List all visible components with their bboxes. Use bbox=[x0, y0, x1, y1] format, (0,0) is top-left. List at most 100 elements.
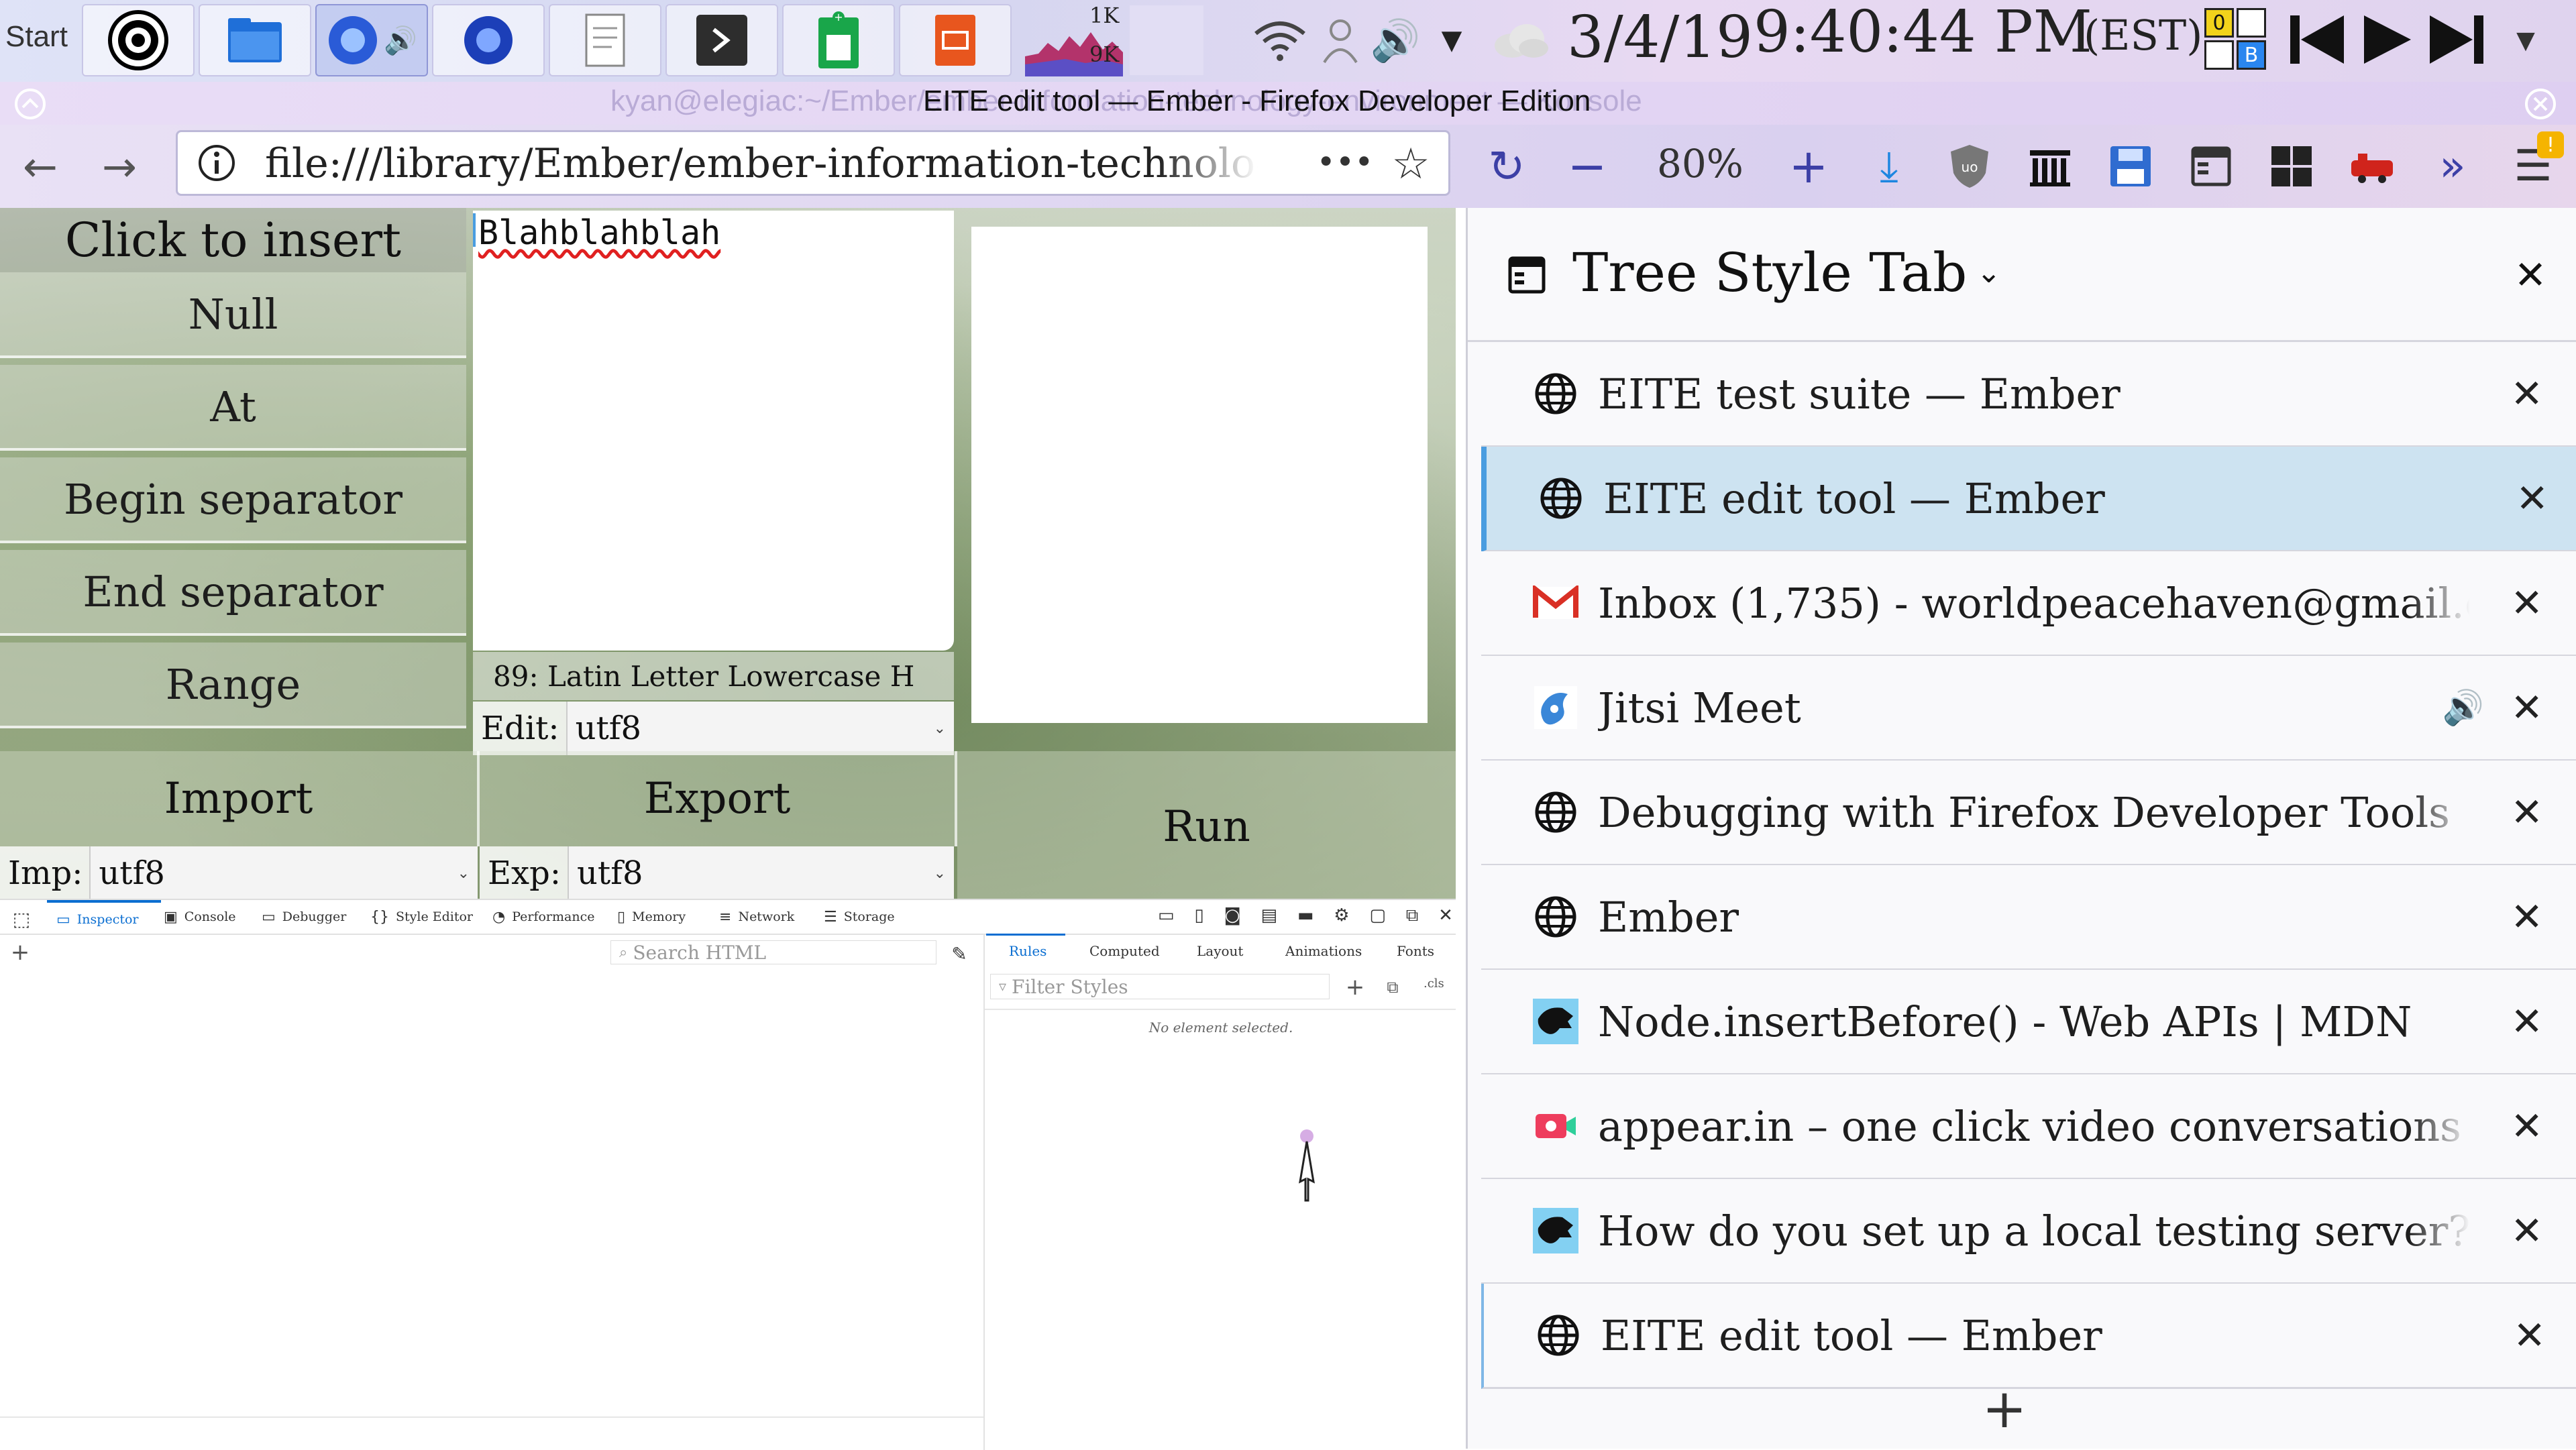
side-tab-computed[interactable]: Computed bbox=[1089, 943, 1160, 959]
sidebar-tab-8[interactable]: appear.in – one click video conversation… bbox=[1481, 1074, 2576, 1180]
reload-icon[interactable]: ↻ bbox=[1480, 140, 1534, 193]
tab-close-icon[interactable]: ✕ bbox=[2510, 789, 2543, 835]
insert-null-button[interactable]: Null bbox=[0, 272, 466, 358]
toggle-pseudo-classes-icon[interactable]: ⧉ bbox=[1379, 974, 1406, 1001]
filter-styles-input[interactable]: ▿ Filter Styles bbox=[990, 974, 1330, 999]
media-previous-icon[interactable] bbox=[2284, 9, 2351, 70]
dock-side-icon[interactable]: ▢ bbox=[1369, 905, 1386, 932]
sidebar-close-icon[interactable]: ✕ bbox=[2505, 249, 2556, 300]
start-button[interactable]: Start bbox=[5, 20, 68, 54]
sidebar-tab-5[interactable]: Debugging with Firefox Developer Tools ✕ bbox=[1481, 761, 2576, 866]
devtools-tab-debugger[interactable]: ▭ Debugger bbox=[262, 900, 346, 934]
library-icon[interactable] bbox=[2023, 140, 2077, 193]
zoom-out-icon[interactable]: − bbox=[1560, 139, 1614, 194]
devtools-tab-console[interactable]: ▣ Console bbox=[164, 900, 236, 934]
window-menu-icon[interactable] bbox=[13, 87, 47, 121]
new-tab-button[interactable]: + bbox=[1964, 1375, 2045, 1442]
task-file-manager[interactable] bbox=[199, 4, 311, 76]
sidebar-tab-3[interactable]: Inbox (1,735) - worldpeacehaven@gmail.co… bbox=[1481, 551, 2576, 657]
tab-close-icon[interactable]: ✕ bbox=[2510, 999, 2543, 1044]
devtools-tab-network[interactable]: ≡ Network bbox=[719, 900, 794, 934]
task-presentation[interactable] bbox=[899, 4, 1012, 76]
search-html-input[interactable]: ⌕ Search HTML bbox=[610, 940, 936, 964]
sidebar-tab-10[interactable]: EITE edit tool — Ember ✕ bbox=[1481, 1284, 2576, 1389]
devtools-tab-performance[interactable]: ◔ Performance bbox=[492, 900, 594, 934]
insert-range-button[interactable]: Range bbox=[0, 643, 466, 728]
tray-expand-icon[interactable]: ▼ bbox=[1432, 15, 1472, 66]
media-play-icon[interactable] bbox=[2353, 9, 2420, 70]
tab-close-icon[interactable]: ✕ bbox=[2510, 685, 2543, 730]
add-rule-icon[interactable]: + bbox=[1342, 974, 1368, 1001]
page-actions-icon[interactable]: ••• bbox=[1317, 139, 1374, 186]
insert-begin-separator-button[interactable]: Begin separator bbox=[0, 457, 466, 543]
side-tab-layout[interactable]: Layout bbox=[1197, 943, 1243, 959]
tab-close-icon[interactable]: ✕ bbox=[2510, 580, 2543, 626]
user-icon[interactable] bbox=[1319, 13, 1362, 67]
overflow-menu-icon[interactable]: » bbox=[2426, 140, 2479, 193]
date-label[interactable]: 3/4/19 bbox=[1567, 4, 1753, 71]
responsive-mode-icon[interactable]: ▭ bbox=[1158, 905, 1175, 932]
media-menu-icon[interactable]: ▼ bbox=[2502, 20, 2549, 60]
tab-close-icon[interactable]: ✕ bbox=[2516, 476, 2548, 521]
pager[interactable] bbox=[1130, 5, 1203, 75]
frames-icon[interactable]: ▤ bbox=[1261, 905, 1278, 932]
cls-toggle[interactable]: .cls bbox=[1424, 977, 1444, 991]
side-tab-fonts[interactable]: Fonts bbox=[1397, 943, 1434, 959]
devtools-tab-style-editor[interactable]: {} Style Editor bbox=[370, 900, 473, 934]
media-next-icon[interactable] bbox=[2423, 9, 2490, 70]
task-spreadsheet[interactable]: + bbox=[782, 4, 895, 76]
forward-icon[interactable]: → bbox=[93, 140, 146, 193]
element-picker-icon[interactable]: ⬚ bbox=[8, 905, 35, 932]
ruler-icon[interactable]: ▬ bbox=[1297, 905, 1314, 932]
extension-red-icon[interactable] bbox=[2345, 140, 2399, 193]
tab-close-icon[interactable]: ✕ bbox=[2510, 1208, 2543, 1253]
downloads-icon[interactable]: ⤓ bbox=[1862, 140, 1916, 193]
sidebar-tab-9[interactable]: How do you set up a local testing server… bbox=[1481, 1179, 2576, 1284]
keyboard-layout-indicator[interactable]: 0 B bbox=[2204, 8, 2269, 72]
sidebar-tab-4[interactable]: Jitsi Meet 🔊 ✕ bbox=[1481, 656, 2576, 761]
sidebar-tab-1[interactable]: EITE test suite — Ember ✕ bbox=[1481, 342, 2576, 447]
run-button[interactable]: Run bbox=[957, 751, 1456, 899]
export-button[interactable]: Export bbox=[480, 751, 957, 846]
devtools-tab-memory[interactable]: ▯ Memory bbox=[617, 900, 686, 934]
insert-at-button[interactable]: At bbox=[0, 365, 466, 451]
devtools-close-icon[interactable]: ✕ bbox=[1438, 905, 1453, 932]
sidebar-tab-6[interactable]: Ember ✕ bbox=[1481, 865, 2576, 970]
devtools-tab-inspector[interactable]: ▭ Inspector bbox=[47, 900, 161, 936]
editor-textarea[interactable]: Blahblahblah bbox=[473, 211, 954, 651]
bookmark-star-icon[interactable]: ☆ bbox=[1385, 139, 1436, 190]
task-text-editor[interactable] bbox=[549, 4, 661, 76]
tab-close-icon[interactable]: ✕ bbox=[2510, 371, 2543, 416]
tab-sound-icon[interactable]: 🔊 bbox=[2443, 688, 2484, 728]
url-bar[interactable]: file:///library/Ember/ember-information-… bbox=[176, 130, 1450, 196]
volume-icon[interactable]: 🔊 bbox=[1368, 12, 1422, 68]
back-icon[interactable]: ← bbox=[13, 140, 67, 193]
zoom-in-icon[interactable]: + bbox=[1782, 139, 1835, 194]
phone-icon[interactable]: ▯ bbox=[1194, 905, 1203, 932]
export-encoding-select[interactable]: utf8 ⌄ bbox=[568, 846, 954, 899]
url-text[interactable]: file:///library/Ember/ember-information-… bbox=[265, 140, 1258, 187]
window-titlebar[interactable]: kyan@elegiac:~/Ember/ember-information-t… bbox=[0, 82, 2576, 125]
task-firefox-dev[interactable] bbox=[432, 4, 545, 76]
edit-encoding-select[interactable]: utf8 ⌄ bbox=[566, 702, 954, 755]
sidebar-tab-2[interactable]: EITE edit tool — Ember ✕ bbox=[1481, 447, 2576, 552]
time-label[interactable]: 9:40:44 PM bbox=[1754, 0, 2092, 66]
wifi-icon[interactable] bbox=[1252, 13, 1308, 67]
task-anarchy[interactable] bbox=[82, 4, 195, 76]
tab-close-icon[interactable]: ✕ bbox=[2510, 894, 2543, 940]
devtools-tab-storage[interactable]: ☰ Storage bbox=[824, 900, 895, 934]
tile-tabs-icon[interactable] bbox=[2265, 140, 2318, 193]
tab-close-icon[interactable]: ✕ bbox=[2510, 1103, 2543, 1149]
task-terminal[interactable] bbox=[665, 4, 778, 76]
add-node-icon[interactable]: + bbox=[7, 939, 34, 966]
settings-gear-icon[interactable]: ⚙ bbox=[1334, 905, 1349, 932]
sidebar-toggle-icon[interactable] bbox=[2184, 140, 2238, 193]
screenshot-icon[interactable]: ◙ bbox=[1224, 905, 1240, 932]
zoom-level-button[interactable]: 80% bbox=[1657, 141, 1743, 186]
import-encoding-select[interactable]: utf8 ⌄ bbox=[89, 846, 478, 899]
eyedropper-icon[interactable]: ✎ bbox=[946, 940, 973, 967]
insert-end-separator-button[interactable]: End separator bbox=[0, 550, 466, 636]
site-info-icon[interactable] bbox=[195, 142, 238, 184]
task-firefox-sound[interactable]: 🔊 bbox=[315, 4, 428, 76]
save-floppy-icon[interactable] bbox=[2104, 140, 2157, 193]
